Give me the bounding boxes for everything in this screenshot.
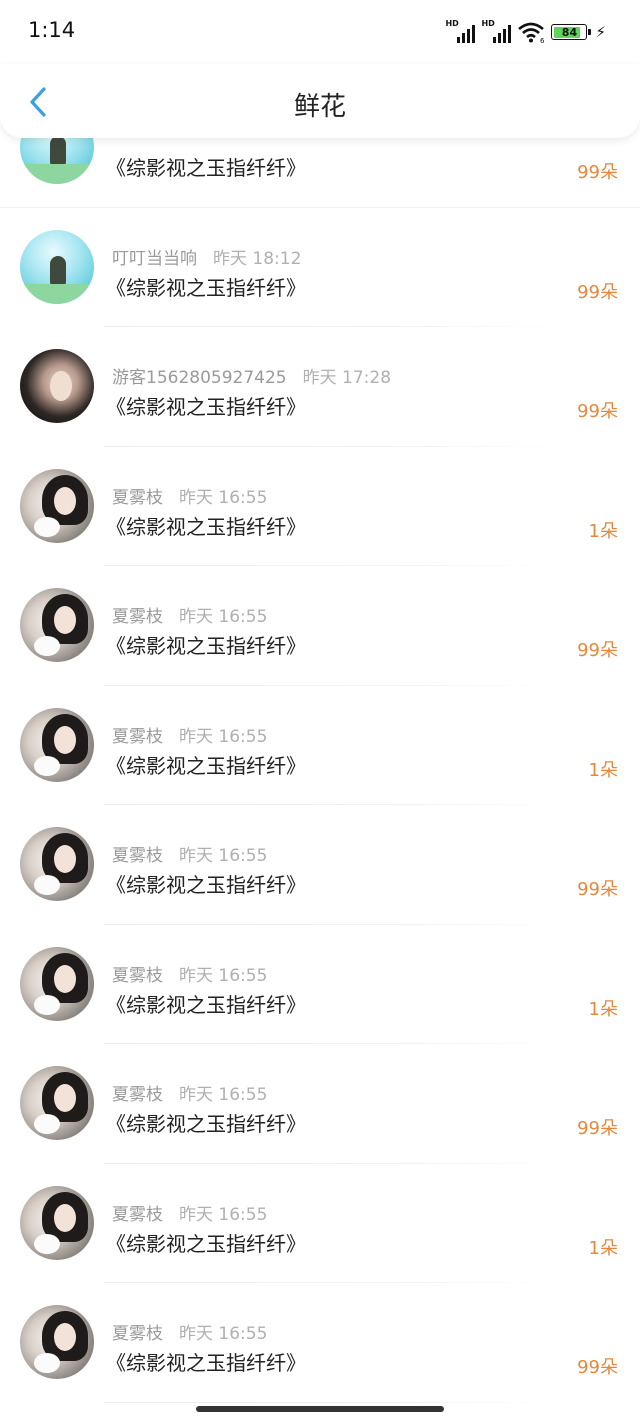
status-time: 1:14: [28, 18, 76, 42]
nav-bar: 鲜花: [0, 64, 640, 138]
battery-icon: 84: [551, 24, 592, 40]
flower-count: 1朵: [588, 1237, 618, 1259]
flower-count: 99朵: [577, 1118, 618, 1139]
avatar[interactable]: [20, 827, 94, 901]
status-bar: 1:14 HD HD 6 84 ⚡: [0, 0, 640, 64]
flower-count: 99朵: [577, 640, 618, 661]
timestamp: 昨天 16:55: [179, 726, 268, 747]
page-title: 鲜花: [293, 92, 346, 122]
divider: [104, 1401, 554, 1403]
item-meta: 叮叮当当响 昨天 18:12: [112, 244, 301, 269]
timestamp: 昨天 18:12: [213, 248, 302, 269]
status-icons: HD HD 6 84 ⚡: [445, 19, 606, 44]
item-meta: 夏雾枝 昨天 16:55: [112, 961, 267, 986]
flower-count: 99朵: [577, 401, 618, 422]
flower-count: 1朵: [588, 520, 618, 542]
avatar[interactable]: [20, 707, 94, 782]
timestamp: 昨天 16:55: [179, 1085, 268, 1105]
avatar[interactable]: [20, 1066, 94, 1140]
flower-count: 99朵: [577, 1357, 618, 1378]
flower-count: 1朵: [588, 759, 618, 781]
list-item[interactable]: 游客1562805927425 昨天 17:28 《综影视之玉指纤纤》 99朵: [0, 327, 640, 447]
cellular-signal-icon: HD: [445, 19, 476, 43]
username[interactable]: 夏雾枝: [112, 966, 163, 986]
timestamp: 昨天 16:55: [179, 607, 268, 627]
avatar[interactable]: [20, 1305, 94, 1379]
timestamp: 昨天 16:55: [179, 487, 268, 508]
timestamp: 昨天 16:55: [179, 846, 268, 866]
avatar[interactable]: [20, 349, 94, 423]
wifi-icon: 6: [518, 22, 545, 43]
battery-level: 84: [561, 25, 578, 39]
charging-bolt-icon: ⚡: [595, 23, 606, 41]
username[interactable]: 游客1562805927425: [112, 368, 287, 388]
book-title: 《综影视之玉指纤纤》: [106, 634, 306, 658]
list-item[interactable]: 夏雾枝 昨天 16:55 《综影视之玉指纤纤》 1朵: [0, 686, 640, 805]
username[interactable]: 叮叮当当响: [112, 249, 197, 269]
item-meta: 夏雾枝 昨天 16:55: [112, 1080, 267, 1105]
flower-count: 99朵: [577, 879, 618, 900]
username[interactable]: 夏雾枝: [112, 488, 163, 508]
username[interactable]: 夏雾枝: [112, 846, 163, 866]
item-meta: 夏雾枝 昨天 16:55: [112, 1200, 267, 1225]
flower-gift-list[interactable]: 《综影视之玉指纤纤》 99朵 叮叮当当响 昨天 18:12 《综影视之玉指纤纤》 99朵游…: [0, 88, 640, 1403]
timestamp: 昨天 16:55: [179, 1324, 268, 1344]
username[interactable]: 夏雾枝: [112, 1085, 163, 1105]
book-title: 《综影视之玉指纤纤》: [106, 1112, 306, 1136]
wifi-sub-label: 6: [540, 37, 545, 43]
avatar[interactable]: [20, 946, 94, 1021]
list-item[interactable]: 叮叮当当响 昨天 18:12 《综影视之玉指纤纤》 99朵: [0, 208, 640, 327]
list-item[interactable]: 夏雾枝 昨天 16:55 《综影视之玉指纤纤》 99朵: [0, 805, 640, 925]
timestamp: 昨天 17:28: [302, 368, 392, 388]
item-meta: 游客1562805927425 昨天 17:28: [112, 363, 391, 388]
list-item[interactable]: 夏雾枝 昨天 16:55 《综影视之玉指纤纤》 99朵: [0, 1283, 640, 1403]
book-title: 《综影视之玉指纤纤》: [106, 1351, 306, 1375]
book-title: 《综影视之玉指纤纤》: [106, 753, 306, 778]
list-item[interactable]: 夏雾枝 昨天 16:55 《综影视之玉指纤纤》 99朵: [0, 1044, 640, 1164]
flower-count: 99朵: [577, 162, 618, 183]
book-title: 《综影视之玉指纤纤》: [106, 395, 306, 419]
list-item[interactable]: 夏雾枝 昨天 16:55 《综影视之玉指纤纤》 99朵: [0, 566, 640, 686]
list-item[interactable]: 夏雾枝 昨天 16:55 《综影视之玉指纤纤》 1朵: [0, 447, 640, 566]
flower-count: 1朵: [588, 998, 618, 1020]
book-title: 《综影视之玉指纤纤》: [106, 873, 306, 897]
avatar[interactable]: [20, 468, 94, 543]
book-title: 《综影视之玉指纤纤》: [106, 1231, 306, 1256]
home-indicator[interactable]: [196, 1406, 444, 1412]
list-item[interactable]: 夏雾枝 昨天 16:55 《综影视之玉指纤纤》 1朵: [0, 925, 640, 1044]
book-title: 《综影视之玉指纤纤》: [106, 992, 306, 1017]
timestamp: 昨天 16:55: [179, 1204, 268, 1225]
book-title: 《综影视之玉指纤纤》: [106, 156, 306, 180]
cellular-signal-icon-2: HD: [481, 19, 512, 43]
username[interactable]: 夏雾枝: [112, 607, 163, 627]
item-meta: 夏雾枝 昨天 16:55: [112, 722, 267, 747]
book-title: 《综影视之玉指纤纤》: [106, 514, 306, 539]
username[interactable]: 夏雾枝: [112, 727, 163, 747]
book-title: 《综影视之玉指纤纤》: [106, 275, 306, 300]
username[interactable]: 夏雾枝: [112, 1324, 163, 1344]
avatar[interactable]: [20, 588, 94, 662]
flower-count: 99朵: [577, 281, 618, 303]
avatar[interactable]: [20, 1185, 94, 1260]
item-meta: 夏雾枝 昨天 16:55: [112, 602, 267, 627]
list-item[interactable]: 夏雾枝 昨天 16:55 《综影视之玉指纤纤》 1朵: [0, 1164, 640, 1283]
avatar[interactable]: [20, 229, 94, 304]
item-meta: 夏雾枝 昨天 16:55: [112, 1319, 267, 1344]
item-meta: 夏雾枝 昨天 16:55: [112, 841, 267, 866]
timestamp: 昨天 16:55: [179, 965, 268, 986]
item-meta: 夏雾枝 昨天 16:55: [112, 483, 267, 508]
username[interactable]: 夏雾枝: [112, 1205, 163, 1225]
